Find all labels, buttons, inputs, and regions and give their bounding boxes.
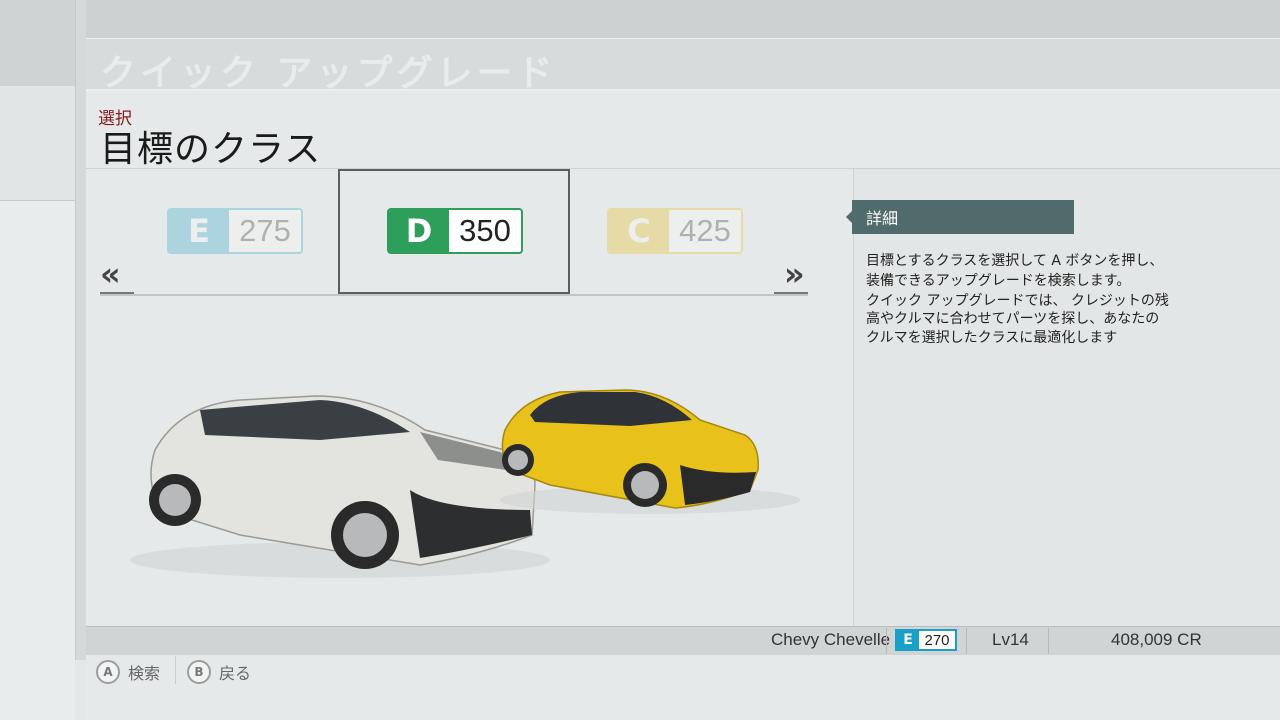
class-value: 275 [239,213,291,248]
button-separator [175,656,176,684]
details-line: クルマを選択したクラスに最適化します [866,330,1118,346]
left-strip-top [0,0,75,86]
class-option-d[interactable]: D 350 [387,208,523,254]
details-line: 目標とするクラスを選択して A ボタンを押し、 [866,253,1164,269]
search-label: 検索 [128,664,161,683]
player-level: Lv14 [992,630,1029,649]
car-name: Chevy Chevelle [771,630,891,649]
status-separator [886,628,887,654]
carousel-track [100,294,808,296]
yellow-car-image [500,389,800,514]
class-letter: D [389,210,449,252]
left-divider [75,0,86,660]
class-option-c[interactable]: C 425 [607,208,743,254]
search-button[interactable]: A 検索 [96,660,160,684]
details-line: 装備できるアップグレードを検索します。 [866,273,1131,289]
details-line: クイック アップグレードでは、 クレジットの残 [866,293,1169,309]
credits: 408,009 CR [1111,630,1202,649]
top-bar [86,0,1280,38]
left-frame-strip [0,0,75,720]
car-preview [130,389,800,578]
a-button-icon: A [96,660,120,684]
next-class-icon[interactable]: » [784,258,805,290]
back-label: 戻る [219,664,252,683]
status-bar [86,626,1280,656]
status-separator [1048,628,1049,654]
car-class-badge: E 270 [895,629,957,651]
prev-arrow-underline [100,292,134,294]
details-header: 詳細 [852,200,1074,234]
class-option-e[interactable]: E 275 [167,208,303,254]
bottom-controls-bar [86,655,1280,720]
status-separator [966,628,967,654]
car-class-value: 270 [924,631,950,649]
screen-title: クイック アップグレード [100,53,557,94]
class-letter: E [169,210,229,252]
class-letter: C [609,210,669,252]
details-panel [853,168,1280,626]
details-line: 高やクルマに合わせてパーツを探し、あなたの [866,311,1160,327]
back-button[interactable]: B 戻る [187,660,251,684]
target-class-title: 目標のクラス [100,129,322,170]
prev-class-icon[interactable]: « [100,258,121,290]
white-car-image [130,395,550,578]
class-value: 350 [459,213,511,248]
next-arrow-underline [774,292,808,294]
car-class-letter: E [897,631,919,649]
b-button-icon: B [187,660,211,684]
left-strip-mid [0,86,75,201]
class-value: 425 [679,213,731,248]
